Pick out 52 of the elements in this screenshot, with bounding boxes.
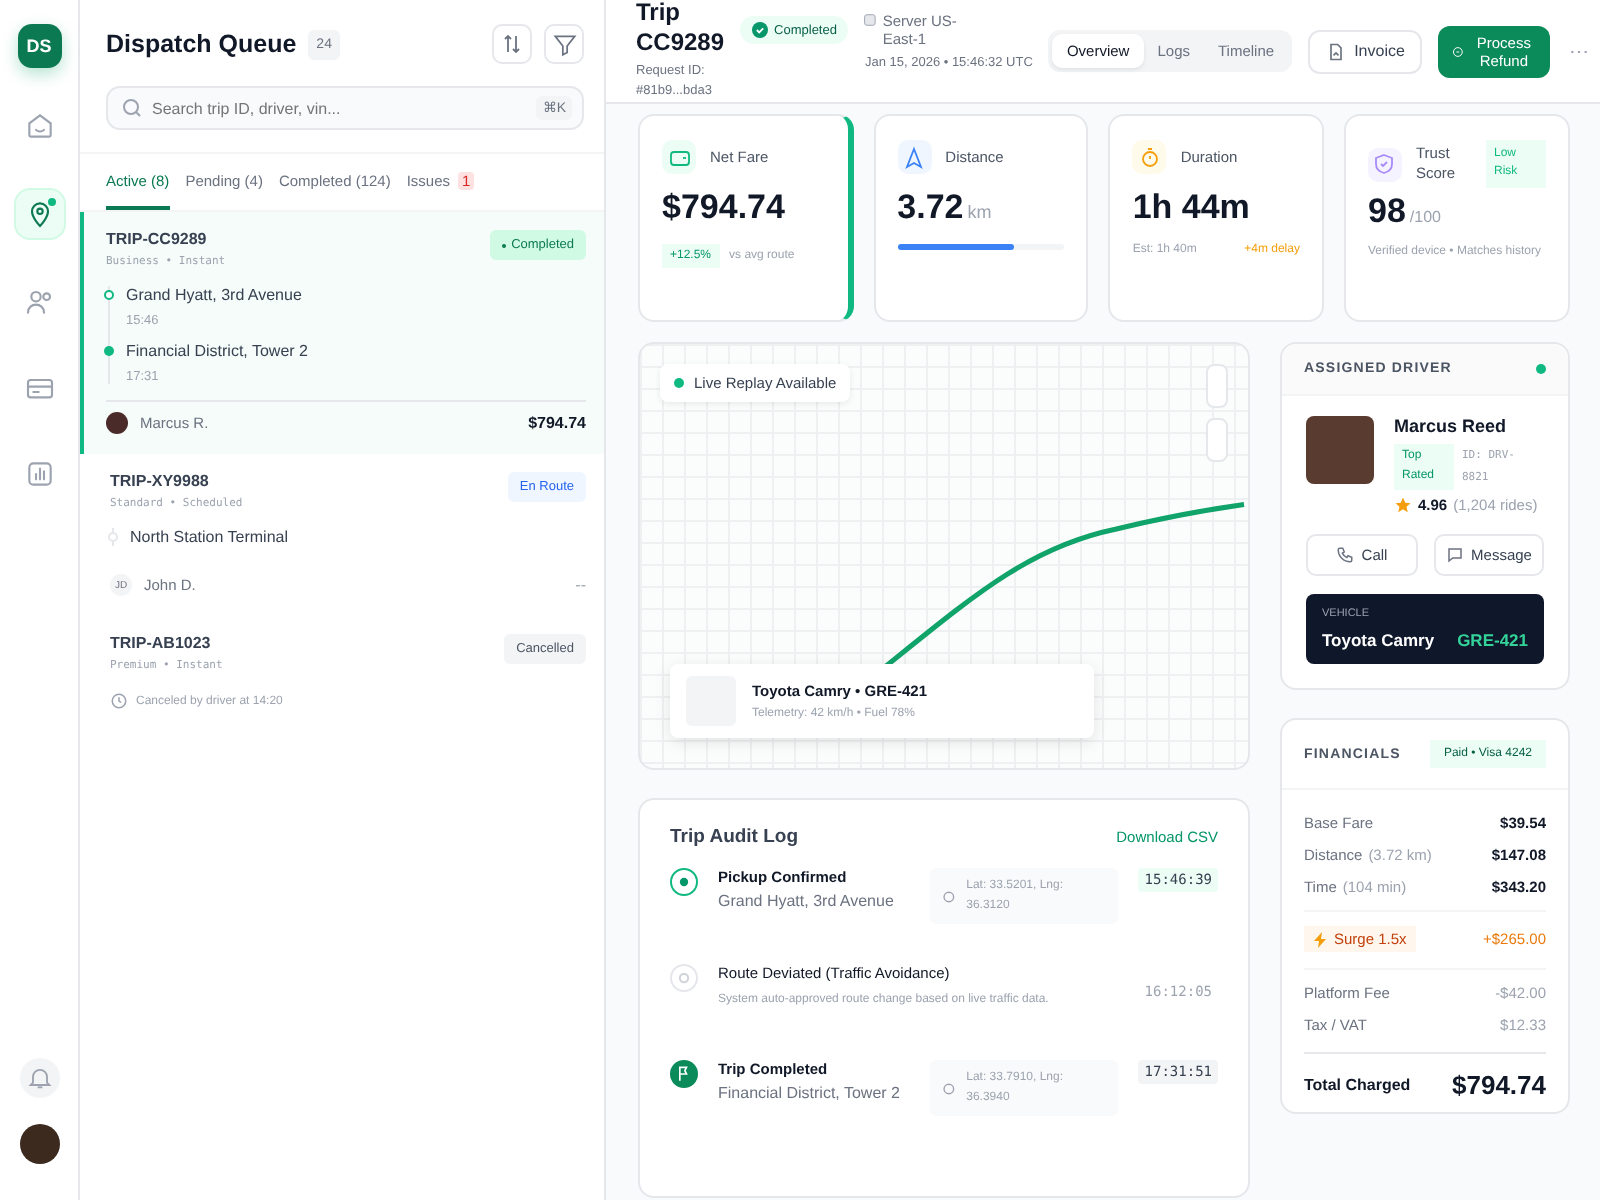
star-icon bbox=[1394, 496, 1412, 515]
trip-id: TRIP-XY9988 bbox=[110, 472, 211, 490]
event-detail: Grand Hyatt, 3rd Avenue bbox=[718, 892, 896, 913]
server-icon bbox=[864, 12, 877, 28]
driver-avatar bbox=[106, 412, 128, 434]
stop-address: North Station Terminal bbox=[130, 528, 288, 546]
filter-icon bbox=[551, 31, 577, 57]
metric-value: 3.72 bbox=[897, 188, 964, 228]
trip-fare: $794.74 bbox=[528, 414, 586, 432]
refund-icon bbox=[1452, 41, 1465, 61]
total-label: Total Charged bbox=[1304, 1076, 1411, 1095]
queue-title: Dispatch Queue bbox=[106, 30, 297, 58]
map-nav-button[interactable] bbox=[13, 188, 65, 240]
metric-value: 98 bbox=[1367, 192, 1406, 232]
users-icon bbox=[23, 286, 55, 318]
navigation-arrow-icon bbox=[897, 140, 932, 174]
total-amount: $794.74 bbox=[1452, 1070, 1546, 1101]
wallet-icon bbox=[662, 140, 696, 174]
metric-value: 1h 44m bbox=[1132, 188, 1250, 228]
sort-button[interactable] bbox=[492, 24, 532, 64]
app-logo[interactable]: DS bbox=[17, 24, 61, 68]
license-plate: GRE-421 bbox=[1457, 630, 1528, 651]
invoice-button[interactable]: Invoice bbox=[1308, 29, 1423, 73]
timer-icon bbox=[1132, 140, 1167, 174]
trip-id: TRIP-CC9289 bbox=[106, 230, 209, 248]
driver-name: Marcus Reed bbox=[1394, 416, 1509, 436]
shield-check-icon bbox=[1367, 147, 1402, 181]
phone-icon bbox=[1335, 546, 1354, 565]
sort-icon bbox=[500, 32, 524, 56]
search-icon bbox=[120, 96, 144, 120]
chat-icon bbox=[1445, 546, 1464, 565]
trip-title: Trip CC9289 bbox=[636, 0, 725, 56]
stop-address: Grand Hyatt, 3rd Avenue bbox=[126, 286, 302, 304]
metric-unit: /100 bbox=[1409, 208, 1441, 226]
metric-unit: km bbox=[967, 202, 992, 222]
trip-id: TRIP-AB1023 bbox=[110, 634, 213, 652]
document-icon bbox=[1326, 41, 1347, 61]
audit-log-title: Trip Audit Log bbox=[670, 826, 799, 848]
chart-icon bbox=[23, 458, 55, 490]
notifications-button[interactable] bbox=[19, 1058, 59, 1098]
trip-fare: -- bbox=[575, 576, 586, 594]
bell-icon bbox=[25, 1064, 53, 1092]
stop-address: Financial District, Tower 2 bbox=[126, 342, 308, 360]
home-icon bbox=[23, 110, 55, 142]
user-avatar[interactable] bbox=[19, 1124, 59, 1164]
vehicle-model: Toyota Camry bbox=[1322, 630, 1435, 651]
filter-button[interactable] bbox=[544, 24, 584, 64]
event-detail: Financial District, Tower 2 bbox=[718, 1084, 902, 1105]
clock-icon bbox=[110, 692, 128, 710]
metric-value: $794.74 bbox=[662, 188, 785, 228]
lightning-icon bbox=[1314, 931, 1326, 948]
driver-photo-placeholder bbox=[1306, 416, 1374, 484]
